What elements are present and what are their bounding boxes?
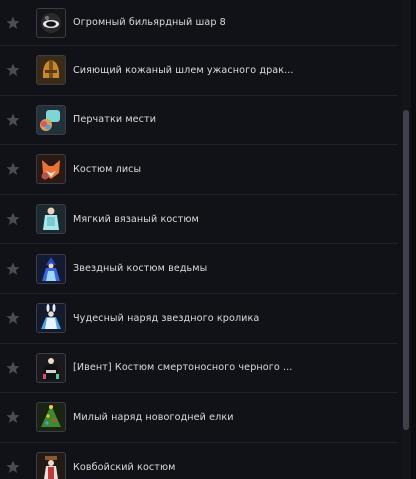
favorite-star-icon[interactable]: [6, 410, 20, 424]
item-name: Звездный костюм ведьмы: [73, 263, 208, 275]
list-item[interactable]: Огромный бильярдный шар 8: [0, 0, 398, 46]
item-name: Огромный бильярдный шар 8: [73, 17, 226, 28]
item-name: [Ивент] Костюм смертоносного черного ...: [73, 362, 293, 374]
favorite-star-icon[interactable]: [6, 361, 20, 375]
billiard-ball-icon: [36, 7, 66, 38]
scrollbar-thumb[interactable]: [403, 110, 409, 430]
item-name: Мягкий вязаный костюм: [73, 213, 199, 225]
list-item[interactable]: Чудесный наряд звездного кролика: [0, 294, 398, 344]
favorite-star-icon[interactable]: [6, 63, 20, 77]
witch-costume-icon: [36, 253, 66, 284]
item-list-panel: Огромный бильярдный шар 8 Сияющий кожаны…: [0, 0, 416, 479]
favorite-star-icon[interactable]: [6, 460, 20, 474]
bunny-outfit-icon: [36, 303, 66, 334]
list-item[interactable]: Ковбойский костюм: [0, 443, 398, 479]
gloves-icon: [36, 104, 66, 135]
favorite-star-icon[interactable]: [6, 311, 20, 325]
fox-costume-icon: [36, 154, 66, 185]
black-costume-icon: [36, 352, 66, 383]
item-name: Чудесный наряд звездного кролика: [73, 312, 260, 324]
list-item[interactable]: Костюм лисы: [0, 145, 398, 195]
list-item[interactable]: Звездный костюм ведьмы: [0, 244, 398, 294]
list-item[interactable]: Мягкий вязаный костюм: [0, 195, 398, 245]
item-name: Костюм лисы: [73, 163, 142, 175]
item-name: Сияющий кожаный шлем ужасного драк...: [73, 64, 294, 76]
list-item[interactable]: Милый наряд новогодней елки: [0, 393, 398, 443]
knit-costume-icon: [36, 204, 66, 235]
favorite-star-icon[interactable]: [6, 162, 20, 176]
favorite-star-icon[interactable]: [6, 262, 20, 276]
item-name: Ковбойский костюм: [73, 461, 176, 473]
panel-edge: [411, 0, 416, 479]
list-item[interactable]: Сияющий кожаный шлем ужасного драк...: [0, 46, 398, 96]
item-name: Перчатки мести: [73, 114, 157, 126]
list-item[interactable]: [Ивент] Костюм смертоносного черного ...: [0, 344, 398, 394]
item-name: Милый наряд новогодней елки: [73, 411, 234, 423]
helmet-icon: [36, 55, 66, 86]
item-list: Огромный бильярдный шар 8 Сияющий кожаны…: [0, 0, 398, 479]
favorite-star-icon[interactable]: [6, 16, 20, 30]
christmas-tree-outfit-icon: [36, 402, 66, 433]
favorite-star-icon[interactable]: [6, 113, 20, 127]
cowboy-costume-icon: [36, 452, 66, 479]
favorite-star-icon[interactable]: [6, 212, 20, 226]
list-item[interactable]: Перчатки мести: [0, 96, 398, 146]
